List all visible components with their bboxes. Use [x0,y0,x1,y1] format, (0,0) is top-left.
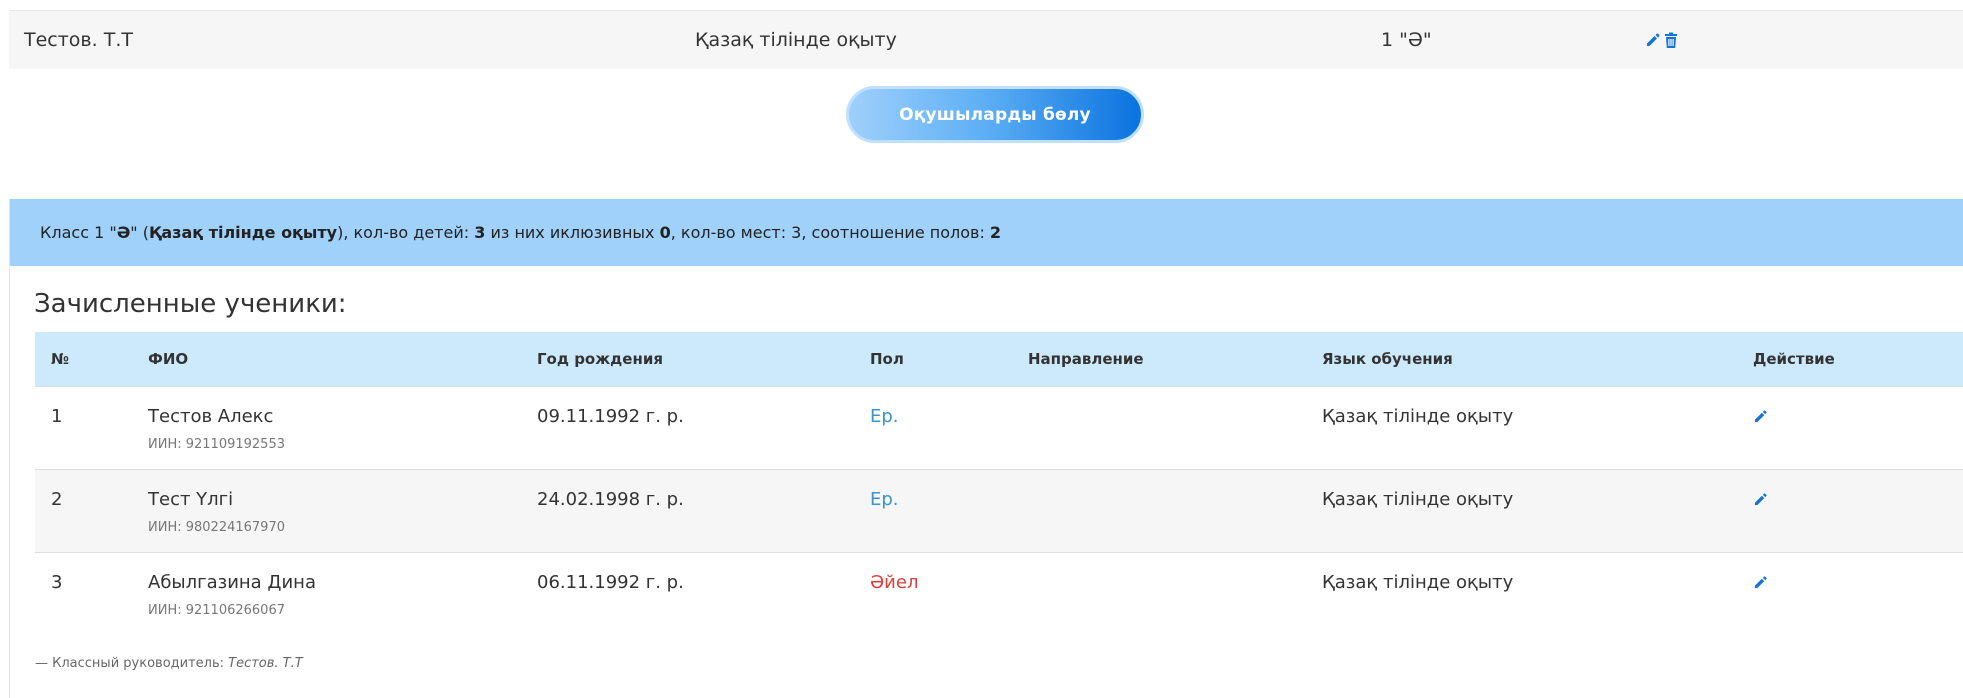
children-count: 3 [474,223,486,242]
class-info-prefix: Класс 1 " [40,223,117,242]
student-birth: 09.11.1992 г. р. [537,406,684,427]
class-panel: Класс 1 "Ә" (Қазақ тілінде оқыту), кол-в… [9,199,1963,698]
header-birth-year: Год рождения [537,350,663,368]
header-language: Язык обучения [1322,350,1453,368]
row-num: 2 [51,489,63,510]
student-name: Тест Үлгі [148,489,234,510]
edit-student-button[interactable] [1753,492,1768,507]
class-info-text: Класс 1 "Ә" (Қазақ тілінде оқыту), кол-в… [10,199,1963,266]
students-table: № ФИО Год рождения Пол Направление Язык … [35,332,1963,635]
table-header: № ФИО Год рождения Пол Направление Язык … [35,332,1963,386]
gender-ratio: 2 [989,223,1002,242]
class-teacher-label: — Классный руководитель: [35,656,229,671]
edit-student-button[interactable] [1753,575,1768,590]
table-row: 1 Тестов Алекс ИИН: 921109192553 09.11.1… [35,386,1963,469]
page: Тестов. Т.Т Қазақ тілінде оқыту 1 "Ә" Оқ… [0,0,1963,698]
class-teacher-name: Тестов. Т.Т [228,656,303,671]
row-num: 1 [51,406,63,427]
pencil-icon [1647,33,1660,46]
teacher-actions [1645,11,1678,69]
header-action: Действие [1753,350,1835,368]
table-row: 3 Абылгазина Дина ИИН: 921106266067 06.1… [35,552,1963,635]
student-sex: Әйел [870,572,919,593]
class-info-sep3: из них иклюзивных [485,223,660,242]
pencil-icon [1754,410,1767,423]
student-iin: ИИН: 980224167970 [148,520,285,535]
student-iin: ИИН: 921106266067 [148,603,285,618]
class-teacher-note: — Классный руководитель: Тестов. Т.Т [35,656,303,671]
edit-teacher-button[interactable] [1645,32,1661,48]
class-info-sep4: , кол-во мест: 3, соотношение полов: [670,223,990,242]
student-sex: Ер. [870,489,899,510]
student-language: Қазақ тілінде оқыту [1322,489,1514,510]
trash-icon [1665,32,1677,48]
pencil-icon [1754,493,1767,506]
student-birth: 24.02.1998 г. р. [537,489,684,510]
teacher-language: Қазақ тілінде оқыту [695,29,897,51]
edit-student-button[interactable] [1753,409,1768,424]
student-sex: Ер. [870,406,899,427]
student-name: Тестов Алекс [148,406,274,427]
distribute-students-button[interactable]: Оқушыларды бөлу [846,86,1144,143]
student-name: Абылгазина Дина [148,572,316,593]
teacher-class: 1 "Ә" [1381,29,1432,51]
class-info-sep1: " ( [130,223,149,242]
header-direction: Направление [1028,350,1144,368]
header-num: № [51,350,70,368]
teacher-row: Тестов. Т.Т Қазақ тілінде оқыту 1 "Ә" [9,11,1963,69]
enrolled-students-title: Зачисленные ученики: [34,289,347,319]
class-info-sep2: ), кол-во детей: [337,223,475,242]
pencil-icon [1754,576,1767,589]
student-language: Қазақ тілінде оқыту [1322,572,1514,593]
delete-teacher-button[interactable] [1664,32,1678,49]
student-iin: ИИН: 921109192553 [148,437,285,452]
student-birth: 06.11.1992 г. р. [537,572,684,593]
teacher-name: Тестов. Т.Т [24,29,133,51]
class-info-header: Класс 1 "Ә" (Қазақ тілінде оқыту), кол-в… [10,199,1963,266]
student-language: Қазақ тілінде оқыту [1322,406,1514,427]
row-num: 3 [51,572,63,593]
header-fio: ФИО [148,350,189,368]
inclusive-count: 0 [659,223,671,242]
class-letter: Ә [116,223,131,242]
table-row: 2 Тест Үлгі ИИН: 980224167970 24.02.1998… [35,469,1963,552]
header-sex: Пол [870,350,904,368]
class-language: Қазақ тілінде оқыту [148,223,338,242]
